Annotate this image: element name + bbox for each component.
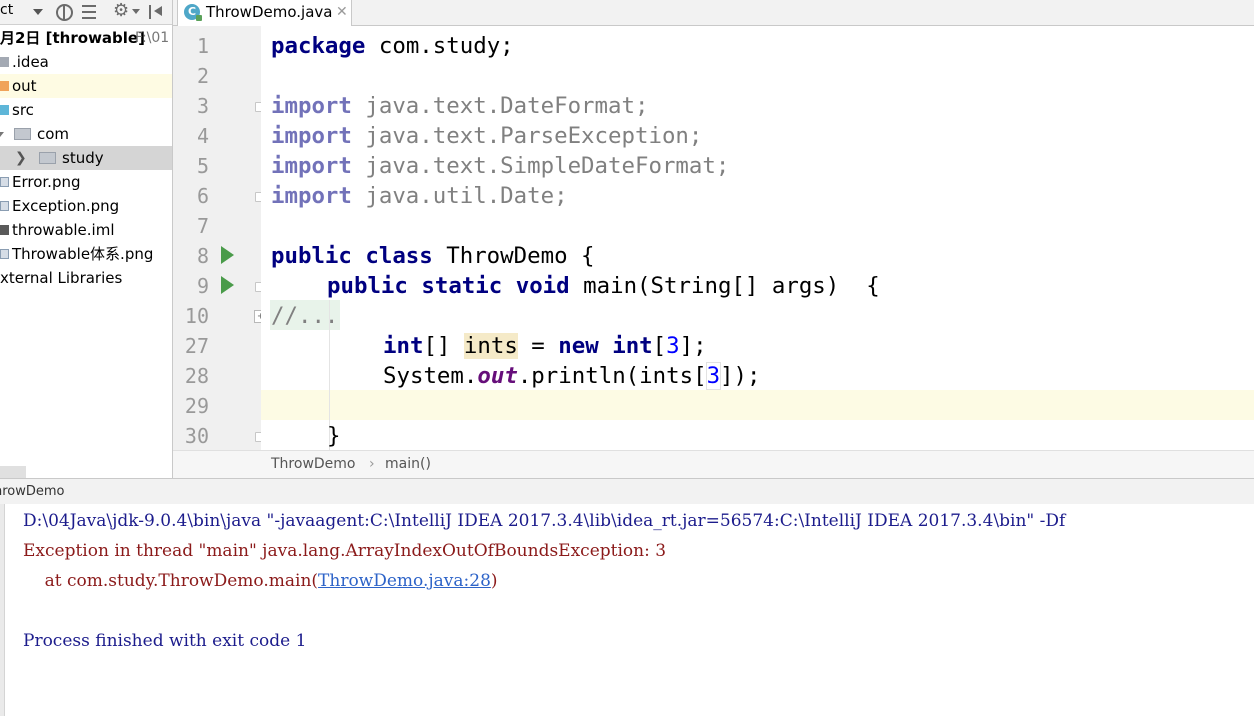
code-line-30: }: [327, 423, 341, 449]
console-line-exception: Exception in thread "main" java.lang.Arr…: [23, 541, 667, 561]
line-number: 9: [196, 274, 209, 298]
run-main-icon[interactable]: [221, 276, 234, 294]
code-line-6: import java.util.Date;: [271, 183, 568, 209]
console-line-exit: Process finished with exit code 1: [23, 631, 307, 651]
line-number: 4: [196, 124, 209, 148]
line-number: 7: [196, 214, 209, 238]
run-console[interactable]: D:\04Java\jdk-9.0.4\bin\java "-javaagent…: [5, 504, 1254, 716]
code-line-5: import java.text.SimpleDateFormat;: [271, 153, 730, 179]
code-line-9: public static void main(String[] args) {: [327, 273, 880, 299]
collapse-icon-mid: [82, 11, 96, 13]
run-class-icon[interactable]: [221, 246, 234, 264]
tree-item-label: study: [62, 149, 104, 167]
line-number: 3: [196, 94, 209, 118]
tab-throwdemo-java[interactable]: C ThrowDemo.java ✕: [177, 0, 352, 26]
image-file-icon: [0, 177, 9, 187]
project-root[interactable]: 月2日 [throwable] F:\01: [0, 26, 172, 50]
tree-item-label: Exception.png: [12, 197, 120, 215]
line-number: 10: [184, 304, 209, 328]
line-number: 2: [196, 64, 209, 88]
code-line-3: import java.text.DateFormat;: [271, 93, 649, 119]
run-config-title[interactable]: hrowDemo: [0, 479, 65, 504]
code-line-28: System.out.println(ints[3]);: [383, 362, 761, 390]
line-number: 1: [196, 34, 209, 58]
tree-item-exception-png[interactable]: Exception.png: [0, 194, 172, 218]
editor-gutter: 1 2 3 4 5 6 7 8 9 10 27 28 29 30 +: [173, 26, 267, 450]
breadcrumb-separator: ›: [369, 456, 375, 472]
project-root-path: F:\01: [135, 30, 170, 46]
project-pane: ct ⚙ 月2日 [throwable] F:\01 .idea out src…: [0, 0, 173, 478]
run-panel-header: hrowDemo: [0, 478, 1254, 505]
chevron-down-icon[interactable]: [132, 9, 140, 14]
folder-icon: [0, 105, 9, 115]
project-toolbar: ct ⚙: [0, 0, 172, 25]
horizontal-scrollbar[interactable]: [0, 466, 26, 478]
breadcrumb-method[interactable]: main(): [385, 451, 431, 478]
tree-item-label: src: [12, 101, 34, 119]
tree-item-label: com: [37, 125, 70, 143]
chevron-right-icon[interactable]: ❯: [15, 151, 27, 165]
tree-item-label: xternal Libraries: [0, 269, 123, 287]
editor-tab-bar: C ThrowDemo.java ✕: [173, 0, 1254, 26]
tree-item-src[interactable]: src: [0, 98, 172, 122]
code-line-10-folded[interactable]: //...: [271, 301, 338, 331]
code-editor[interactable]: package com.study; import java.text.Date…: [261, 26, 1254, 450]
line-number: 27: [184, 334, 209, 358]
project-root-label: 月2日 [throwable]: [0, 29, 145, 47]
line-number: 8: [196, 244, 209, 268]
tree-item-throwable-png[interactable]: Throwable体系.png: [0, 242, 172, 266]
tree-item-external-libraries[interactable]: xternal Libraries: [0, 266, 172, 290]
tree-item-com[interactable]: com: [0, 122, 172, 146]
tree-item-out[interactable]: out: [0, 74, 172, 98]
code-line-8: public class ThrowDemo {: [271, 243, 595, 269]
package-icon: [39, 152, 56, 164]
tree-item-study[interactable]: ❯ study: [0, 146, 172, 170]
breadcrumb: ThrowDemo › main(): [173, 450, 1254, 478]
tree-item-label: Error.png: [12, 173, 81, 191]
gear-icon[interactable]: ⚙: [113, 0, 129, 21]
tab-label: ThrowDemo.java: [206, 3, 333, 21]
tree-item-throwable-iml[interactable]: throwable.iml: [0, 218, 172, 242]
dropdown-icon[interactable]: [33, 9, 43, 15]
tree-item-label: out: [12, 77, 37, 95]
tree-item-label: throwable.iml: [12, 221, 115, 239]
code-line-4: import java.text.ParseException;: [271, 123, 703, 149]
tree-item-error-png[interactable]: Error.png: [0, 170, 172, 194]
chevron-down-icon[interactable]: [0, 132, 4, 137]
close-icon[interactable]: ✕: [336, 0, 348, 25]
line-number: 5: [196, 154, 209, 178]
folder-icon: [0, 57, 9, 67]
image-file-icon: [0, 249, 9, 259]
project-view-label[interactable]: ct: [0, 2, 13, 18]
current-line-highlight: [261, 390, 1254, 420]
package-icon: [14, 128, 31, 140]
stacktrace-link[interactable]: ThrowDemo.java:28: [318, 571, 491, 591]
hide-icon[interactable]: [149, 5, 151, 19]
console-line-command: D:\04Java\jdk-9.0.4\bin\java "-javaagent…: [23, 511, 1066, 531]
code-line-27: int[] ints = new int[3];: [383, 333, 707, 359]
iml-file-icon: [0, 225, 9, 235]
breadcrumb-class[interactable]: ThrowDemo: [271, 451, 356, 478]
line-number: 29: [184, 394, 209, 418]
java-class-icon: C: [184, 4, 202, 21]
image-file-icon: [0, 201, 9, 211]
tree-item-idea[interactable]: .idea: [0, 50, 172, 74]
console-line-stacktrace: at com.study.ThrowDemo.main(ThrowDemo.ja…: [23, 571, 498, 591]
line-number: 6: [196, 184, 209, 208]
folder-icon: [0, 81, 9, 91]
hide-icon-arrow: [154, 6, 162, 16]
code-line-1: package com.study;: [271, 33, 514, 59]
tree-item-label: .idea: [12, 53, 49, 71]
target-icon-cross: [63, 5, 65, 20]
line-number: 30: [184, 424, 209, 448]
line-number: 28: [184, 364, 209, 388]
tree-item-label: Throwable体系.png: [12, 245, 154, 263]
